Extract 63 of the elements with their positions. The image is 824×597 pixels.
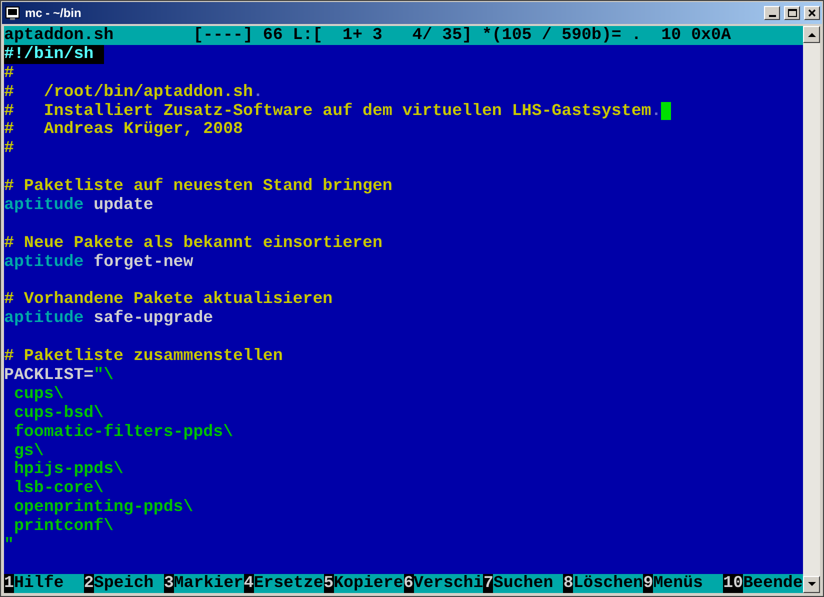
key-number: 2 [84,574,94,593]
comment-text: # Paketliste zusammenstellen [4,347,283,366]
function-key[interactable]: Verschi [414,574,484,593]
string-text: lsb-core\ [12,479,104,498]
comment-text: # Vorhandene Pakete aktualisieren [4,290,333,310]
command-keyword: aptitude [4,196,84,215]
maximize-icon [787,8,797,18]
key-number: 8 [563,574,574,593]
command-keyword: aptitude [4,309,84,328]
close-icon [807,8,817,18]
key-number: 4 [244,574,254,593]
comment-text: # [4,139,14,158]
comment-text: # Paketliste auf neuesten Stand bringen [4,177,392,196]
file-name: aptaddon.sh [4,26,115,45]
terminal-icon [5,5,21,21]
string-text: hpijs-ppds\ [12,460,124,480]
function-key[interactable]: Speich [94,574,164,593]
comment-text: # Andreas Krüger, 2008 [4,120,243,140]
comment-text: # Neue Pakete als bekannt einsortieren [4,234,382,253]
string-text: "\ [94,366,114,385]
code-text: update [92,196,154,215]
key-number: 6 [404,574,414,593]
command-keyword: aptitude [4,252,84,272]
key-number: 1 [4,574,14,593]
up-arrow-icon [808,32,816,37]
string-text: printconf\ [12,517,114,536]
code-text: PACKLIST= [4,366,94,385]
function-key[interactable]: Markier [174,574,244,593]
scroll-up-button[interactable] [803,26,820,43]
status-info: [----] 66 L:[ 1+ 3 4/ 35] *(105 / 590b)= . 10 0x0A [193,26,731,45]
scroll-down-button[interactable] [803,576,820,593]
function-key[interactable]: Ersetze [254,574,324,593]
key-number: 9 [643,574,654,593]
down-arrow-icon [808,582,816,587]
code-text: forget-new [92,252,194,272]
function-key[interactable]: Menüs [653,574,724,593]
string-text: cups-bsd\ [12,404,104,423]
code-text: safe-upgrade [92,309,214,328]
close-button[interactable] [804,6,820,20]
whitespace-marker: . [252,82,263,102]
string-text: " [4,536,14,555]
key-number: 3 [164,574,174,593]
minimize-icon [768,15,776,17]
shebang-text: #!/bin/sh [4,44,104,64]
string-text: foomatic-filters-ppds\ [12,422,234,442]
maximize-button[interactable] [784,6,800,20]
comment-text: # /root/bin/aptaddon.sh [4,82,253,102]
function-key[interactable]: Kopiere [334,574,404,593]
string-text: openprinting-ppds\ [12,498,194,518]
comment-text: # [4,64,14,83]
string-text: cups\ [12,384,64,404]
key-number: 10 [723,574,744,593]
function-key[interactable]: Löschen [573,574,644,593]
function-key[interactable]: Beende [743,574,804,593]
window-title: mc - ~/bin [25,5,82,22]
key-number: 5 [324,574,334,593]
string-text: gs\ [12,442,44,460]
whitespace-marker: . [651,102,662,120]
key-number: 7 [483,574,494,593]
function-key[interactable]: Hilfe [14,574,84,593]
function-key[interactable]: Suchen [493,574,564,593]
comment-text: # Installiert Zusatz-Software auf dem virtuellen LHS-Gastsystem [4,102,652,120]
minimize-button[interactable] [764,6,780,20]
